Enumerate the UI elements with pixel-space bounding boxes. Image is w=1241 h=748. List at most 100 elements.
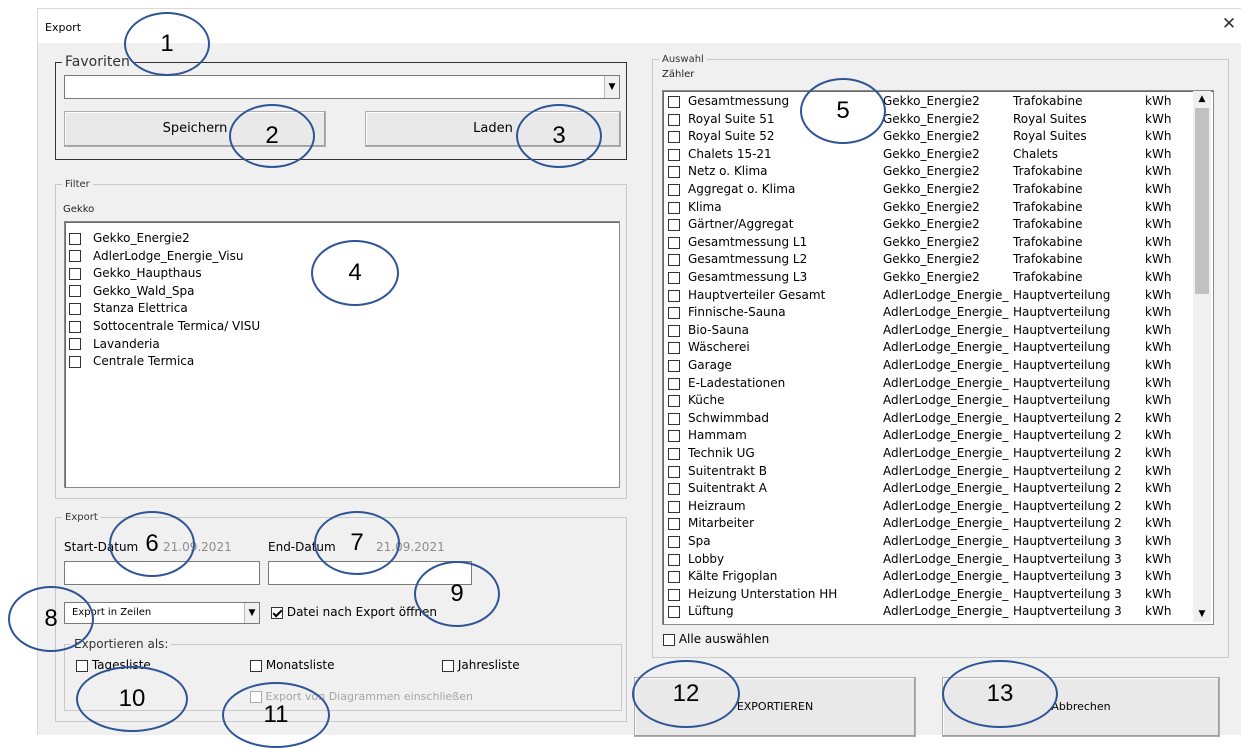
filter-item[interactable]: Lavanderia	[69, 336, 160, 354]
checkbox-icon[interactable]	[663, 633, 675, 646]
checkbox-icon[interactable]	[271, 606, 283, 619]
checkbox-icon[interactable]	[668, 553, 680, 566]
checkbox-icon[interactable]	[668, 324, 680, 337]
checkbox-icon[interactable]	[442, 659, 454, 672]
meter-row[interactable]: E-Ladestationen AdlerLodge_Energie_ Hauptv…	[663, 375, 1191, 393]
meter-row[interactable]: Royal Suite 52 Gekko_Energie2 Royal Suites…	[663, 128, 1191, 146]
meter-scrollbar[interactable]: ▲ ▼	[1193, 91, 1211, 622]
meter-source: AdlerLodge_Energie_	[883, 498, 1009, 513]
scroll-down-icon[interactable]: ▼	[1193, 609, 1211, 619]
favoriten-select[interactable]: ▼	[64, 75, 620, 99]
filter-item[interactable]: Sottocentrale Termica/ VISU	[69, 318, 260, 336]
close-icon[interactable]: ✕	[1219, 13, 1239, 35]
meter-row[interactable]: Klima Gekko_Energie2 Trafokabine kWh	[663, 199, 1191, 217]
meter-row[interactable]: Heizraum AdlerLodge_Energie_ Hauptverteilu…	[663, 498, 1191, 516]
checkbox-icon[interactable]	[668, 131, 680, 144]
checkbox-icon[interactable]	[69, 285, 81, 298]
meter-row[interactable]: Finnische-Sauna AdlerLodge_Energie_ Hauptv…	[663, 304, 1191, 322]
meter-row[interactable]: Bio-Sauna AdlerLodge_Energie_ Hauptverteil…	[663, 322, 1191, 340]
filter-item[interactable]: Gekko_Haupthaus	[69, 265, 202, 283]
checkbox-icon[interactable]	[668, 307, 680, 320]
checkbox-icon[interactable]	[668, 289, 680, 302]
checkbox-icon[interactable]	[69, 338, 81, 351]
meter-row[interactable]: Chalets 15-21 Gekko_Energie2 Chalets kWh	[663, 146, 1191, 164]
scroll-up-icon[interactable]: ▲	[1193, 94, 1211, 104]
checkbox-icon[interactable]	[668, 395, 680, 408]
meter-row[interactable]: Spa AdlerLodge_Energie_ Hauptverteilung 3 k…	[663, 533, 1191, 551]
meter-listbox[interactable]: ▲ ▼ Gesamtmessung Gekko_Energie2 Trafokabi…	[662, 90, 1214, 625]
checkbox-icon[interactable]	[668, 148, 680, 161]
checkbox-icon[interactable]	[668, 96, 680, 108]
open-after-export-checkbox[interactable]: Datei nach Export öffnen	[271, 605, 437, 619]
meter-row[interactable]: Lüftung AdlerLodge_Energie_ Hauptverteilun…	[663, 603, 1191, 621]
checkbox-icon[interactable]	[250, 659, 262, 672]
filter-item[interactable]: AdlerLodge_Energie_Visu	[69, 248, 243, 266]
checkbox-icon[interactable]	[69, 302, 81, 315]
checkbox-icon[interactable]	[668, 360, 680, 372]
checkbox-icon[interactable]	[668, 448, 680, 460]
meter-row[interactable]: Wäscherei AdlerLodge_Energie_ Hauptverteil…	[663, 339, 1191, 357]
checkbox-icon[interactable]	[668, 219, 680, 232]
checkbox-icon[interactable]	[668, 465, 680, 478]
checkbox-icon[interactable]	[69, 267, 81, 280]
meter-name: Garage	[688, 358, 732, 372]
meter-row[interactable]: Suitentrakt B AdlerLodge_Energie_ Hauptver…	[663, 463, 1191, 481]
checkbox-icon[interactable]	[69, 320, 81, 333]
meter-row[interactable]: Gesamtmessung Gekko_Energie2 Trafokabine kW…	[663, 93, 1191, 111]
meter-row[interactable]: Garage AdlerLodge_Energie_ Hauptverteilung…	[663, 357, 1191, 375]
checkbox-icon[interactable]	[668, 166, 680, 179]
monthly-list-checkbox[interactable]: Monatsliste	[250, 658, 334, 672]
select-all-checkbox[interactable]: Alle auswählen	[663, 632, 769, 646]
filter-item[interactable]: Gekko_Wald_Spa	[69, 283, 194, 301]
meter-row[interactable]: Lobby AdlerLodge_Energie_ Hauptverteilung …	[663, 551, 1191, 569]
meter-row[interactable]: Küche AdlerLodge_Energie_ Hauptverteilung k…	[663, 392, 1191, 410]
meter-row[interactable]: Gärtner/Aggregat Gekko_Energie2 Trafokabin…	[663, 216, 1191, 234]
checkbox-icon[interactable]	[668, 184, 680, 196]
checkbox-icon[interactable]	[69, 355, 81, 368]
checkbox-icon[interactable]	[668, 201, 680, 214]
meter-row[interactable]: Kälte Frigoplan AdlerLodge_Energie_ Hauptv…	[663, 568, 1191, 586]
checkbox-icon[interactable]	[668, 342, 680, 355]
chevron-down-icon[interactable]: ▼	[244, 603, 259, 623]
meter-row[interactable]: Gesamtmessung L2 Gekko_Energie2 Trafokabin…	[663, 251, 1191, 269]
yearly-list-checkbox[interactable]: Jahresliste	[442, 658, 520, 672]
meter-row[interactable]: Netz o. Klima Gekko_Energie2 Trafokabine kW…	[663, 163, 1191, 181]
meter-row[interactable]: Hauptverteiler Gesamt AdlerLodge_Energie_…	[663, 287, 1191, 305]
meter-row[interactable]: Suitentrakt A AdlerLodge_Energie_ Hauptver…	[663, 480, 1191, 498]
checkbox-icon[interactable]	[668, 571, 680, 584]
filter-item-label: Centrale Termica	[93, 354, 195, 369]
filter-item[interactable]: Centrale Termica	[69, 353, 194, 371]
meter-row[interactable]: Aggregat o. Klima Gekko_Energie2 Trafokabi…	[663, 181, 1191, 199]
filter-item[interactable]: Gekko_Energie2	[69, 230, 190, 248]
meter-name: Lüftung	[688, 604, 734, 619]
checkbox-icon[interactable]	[668, 377, 680, 390]
checkbox-icon[interactable]	[76, 659, 88, 672]
meter-row[interactable]: Technik UG AdlerLodge_Energie_ Hauptvertei…	[663, 445, 1191, 463]
meter-row[interactable]: Gesamtmessung L3 Gekko_Energie2 Trafokabin…	[663, 269, 1191, 287]
annotation-circle-4: 4	[311, 240, 399, 306]
chevron-down-icon[interactable]: ▼	[604, 76, 619, 98]
checkbox-icon[interactable]	[668, 518, 680, 531]
checkbox-icon[interactable]	[668, 606, 680, 619]
checkbox-icon[interactable]	[668, 430, 680, 443]
checkbox-icon[interactable]	[668, 272, 680, 284]
checkbox-icon[interactable]	[668, 536, 680, 548]
scroll-thumb[interactable]	[1195, 108, 1209, 294]
meter-row[interactable]: Gesamtmessung L1 Gekko_Energie2 Trafokabin…	[663, 234, 1191, 252]
checkbox-icon[interactable]	[668, 236, 680, 249]
checkbox-icon[interactable]	[668, 254, 680, 267]
checkbox-icon[interactable]	[69, 232, 81, 245]
checkbox-icon[interactable]	[668, 412, 680, 425]
checkbox-icon[interactable]	[668, 113, 680, 126]
meter-row[interactable]: Heizung Unterstation HH AdlerLodge_Energi…	[663, 586, 1191, 604]
meter-row[interactable]: Mitarbeiter AdlerLodge_Energie_ Hauptverte…	[663, 515, 1191, 533]
meter-unit: kWh	[1145, 446, 1172, 460]
meter-row[interactable]: Royal Suite 51 Gekko_Energie2 Royal Suites…	[663, 111, 1191, 129]
checkbox-icon[interactable]	[668, 500, 680, 513]
meter-row[interactable]: Schwimmbad AdlerLodge_Energie_ Hauptvertei…	[663, 410, 1191, 428]
checkbox-icon[interactable]	[69, 250, 81, 263]
checkbox-icon[interactable]	[668, 483, 680, 496]
checkbox-icon[interactable]	[668, 588, 680, 601]
meter-row[interactable]: Hammam AdlerLodge_Energie_ Hauptverteilung…	[663, 427, 1191, 445]
filter-item[interactable]: Stanza Elettrica	[69, 300, 188, 318]
